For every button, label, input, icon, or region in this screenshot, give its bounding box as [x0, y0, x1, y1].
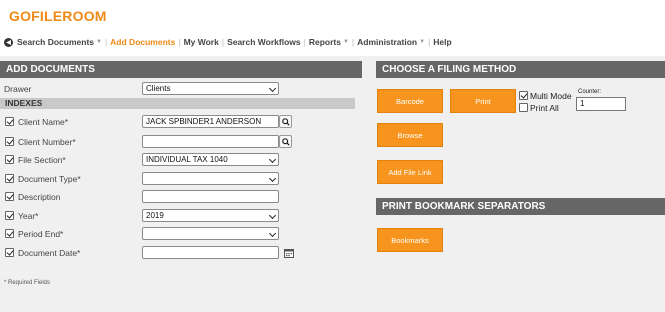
- required-fields-note: * Required Fields: [4, 280, 51, 286]
- nav-my-work[interactable]: My Work: [184, 37, 219, 47]
- document-date-checkbox[interactable]: [5, 248, 14, 257]
- nav-search-workflows[interactable]: Search Workflows: [227, 37, 301, 47]
- file-section-label: File Section*: [18, 155, 66, 165]
- year-label: Year*: [18, 211, 39, 221]
- period-end-label: Period End*: [18, 229, 64, 239]
- year-checkbox[interactable]: [5, 211, 14, 220]
- nav-search-documents[interactable]: Search Documents ▼: [17, 37, 102, 47]
- multi-mode-label: Multi Mode: [530, 91, 572, 101]
- calendar-button[interactable]: [282, 246, 295, 259]
- chevron-down-icon: ▼: [342, 39, 349, 45]
- filing-method-header: CHOOSE A FILING METHOD: [376, 61, 665, 78]
- document-type-select[interactable]: [142, 172, 279, 185]
- description-checkbox[interactable]: [5, 192, 14, 201]
- period-end-select[interactable]: [142, 227, 279, 240]
- nav-separator: |: [428, 37, 431, 47]
- print-button[interactable]: Print: [450, 89, 516, 113]
- document-date-input[interactable]: [142, 246, 279, 259]
- file-section-select[interactable]: INDIVIDUAL TAX 1040: [142, 153, 279, 166]
- nav-separator: |: [104, 37, 108, 47]
- client-name-search-button[interactable]: [279, 115, 292, 128]
- nav-separator: |: [351, 37, 355, 47]
- search-icon: [281, 117, 290, 126]
- client-number-checkbox[interactable]: [5, 137, 14, 146]
- description-label: Description: [18, 192, 61, 202]
- description-input[interactable]: [142, 190, 279, 203]
- add-file-link-button[interactable]: Add File Link: [377, 160, 443, 184]
- multi-mode-checkbox[interactable]: [519, 91, 528, 100]
- nav-separator: |: [303, 37, 306, 47]
- print-all-checkbox[interactable]: [519, 103, 528, 112]
- main-nav: ◀ Search Documents ▼ | Add Documents | My…: [4, 36, 452, 48]
- chevron-down-icon: ▼: [419, 39, 426, 45]
- bookmark-separators-header: PRINT BOOKMARK SEPARATORS: [376, 198, 665, 215]
- drawer-label: Drawer: [4, 84, 32, 94]
- nav-add-documents[interactable]: Add Documents: [110, 37, 175, 47]
- app-logo: GOFILEROOM: [9, 8, 107, 24]
- file-section-checkbox[interactable]: [5, 155, 14, 164]
- client-number-input[interactable]: [142, 135, 279, 148]
- chevron-down-icon: ▼: [96, 39, 102, 45]
- nav-help[interactable]: Help: [433, 37, 451, 47]
- year-select[interactable]: 2019: [142, 209, 279, 222]
- bookmarks-button[interactable]: Bookmarks: [377, 228, 443, 252]
- add-documents-header: ADD DOCUMENTS: [0, 61, 362, 78]
- print-all-label: Print All: [530, 103, 559, 113]
- search-icon: [281, 137, 290, 146]
- client-name-label: Client Name*: [18, 117, 69, 127]
- nav-separator: |: [221, 37, 225, 47]
- indexes-header: INDEXES: [0, 98, 355, 109]
- client-name-checkbox[interactable]: [5, 117, 14, 126]
- client-number-label: Client Number*: [18, 137, 76, 147]
- calendar-icon: [283, 248, 294, 258]
- counter-label: Counter:: [578, 89, 602, 95]
- back-icon[interactable]: ◀: [4, 37, 13, 47]
- top-bar: GOFILEROOM ◀ Search Documents ▼ | Add Doc…: [0, 0, 665, 56]
- client-name-input[interactable]: JACK SPBINDER1 ANDERSON: [142, 115, 279, 128]
- drawer-select[interactable]: Clients: [142, 82, 279, 95]
- nav-reports[interactable]: Reports ▼: [309, 37, 349, 47]
- document-date-label: Document Date*: [18, 248, 81, 258]
- period-end-checkbox[interactable]: [5, 229, 14, 238]
- counter-input[interactable]: 1: [576, 97, 626, 111]
- nav-separator: |: [178, 37, 181, 47]
- nav-administration[interactable]: Administration ▼: [357, 37, 425, 47]
- browse-button[interactable]: Browse: [377, 123, 443, 147]
- client-number-search-button[interactable]: [279, 135, 292, 148]
- document-type-checkbox[interactable]: [5, 174, 14, 183]
- barcode-button[interactable]: Barcode: [377, 89, 443, 113]
- document-type-label: Document Type*: [18, 174, 81, 184]
